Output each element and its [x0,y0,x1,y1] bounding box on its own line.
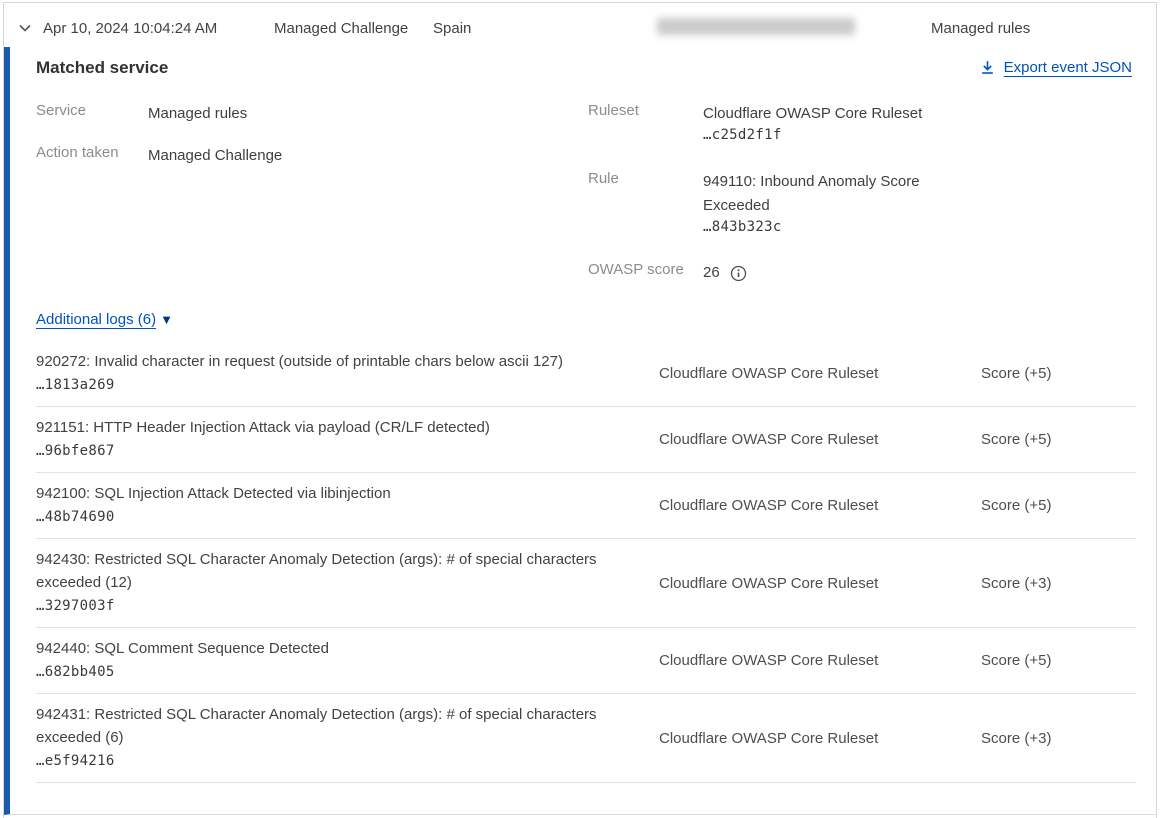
log-ruleset: Cloudflare OWASP Core Ruleset [659,365,981,382]
service-label: Service [36,102,86,119]
log-hash: …e5f94216 [36,750,659,773]
export-event-json-label: Export event JSON [1004,59,1132,76]
download-icon [979,59,996,76]
log-hash: …3297003f [36,595,659,618]
log-hash: …48b74690 [36,506,659,529]
log-row: 942431: Restricted SQL Character Anomaly… [36,694,1136,783]
log-row: 942100: SQL Injection Attack Detected vi… [36,473,1136,539]
log-ruleset: Cloudflare OWASP Core Ruleset [659,431,981,448]
log-row: 942440: SQL Comment Sequence Detected …6… [36,628,1136,694]
action-taken-value: Managed Challenge [148,144,282,168]
rule-name: 949110: Inbound Anomaly Score Exceeded [703,170,943,218]
event-summary-row[interactable]: Apr 10, 2024 10:04:24 AM Managed Challen… [4,3,1156,47]
rule-hash: …843b323c [703,219,943,235]
log-score: Score (+5) [981,497,1136,514]
log-score: Score (+3) [981,730,1136,747]
log-score: Score (+5) [981,365,1136,382]
ruleset-label: Ruleset [588,102,639,119]
log-score: Score (+5) [981,652,1136,669]
info-icon[interactable] [730,265,747,282]
log-ruleset: Cloudflare OWASP Core Ruleset [659,652,981,669]
log-title: 921151: HTTP Header Injection Attack via… [36,416,626,439]
service-value: Managed rules [148,102,247,126]
additional-logs-list: 920272: Invalid character in request (ou… [36,341,1136,783]
log-ruleset: Cloudflare OWASP Core Ruleset [659,575,981,592]
additional-logs-toggle[interactable]: Additional logs (6) ▼ [36,311,173,328]
event-service: Managed rules [931,20,1030,37]
event-country: Spain [433,20,471,37]
owasp-score-label: OWASP score [588,261,684,278]
ruleset-hash: …c25d2f1f [703,127,943,143]
caret-down-icon: ▼ [160,313,173,326]
rule-value: 949110: Inbound Anomaly Score Exceeded …… [703,170,943,235]
log-row: 942430: Restricted SQL Character Anomaly… [36,539,1136,628]
log-row: 920272: Invalid character in request (ou… [36,341,1136,407]
matched-service-title: Matched service [36,58,168,78]
log-score: Score (+3) [981,575,1136,592]
log-title: 942440: SQL Comment Sequence Detected [36,637,626,660]
rule-label: Rule [588,170,619,187]
log-ruleset: Cloudflare OWASP Core Ruleset [659,497,981,514]
log-ruleset: Cloudflare OWASP Core Ruleset [659,730,981,747]
log-hash: …682bb405 [36,661,659,684]
log-title: 920272: Invalid character in request (ou… [36,350,626,373]
additional-logs-label: Additional logs (6) [36,311,156,328]
event-action: Managed Challenge [274,20,408,37]
owasp-score-value-wrap: 26 [703,261,747,285]
owasp-score-value: 26 [703,261,720,285]
event-timestamp: Apr 10, 2024 10:04:24 AM [43,20,217,37]
event-detail-panel: Matched service Export event JSON Servic… [4,47,1156,815]
log-score: Score (+5) [981,431,1136,448]
export-event-json-link[interactable]: Export event JSON [979,59,1132,76]
log-title: 942431: Restricted SQL Character Anomaly… [36,703,626,749]
action-taken-label: Action taken [36,144,119,161]
log-row: 921151: HTTP Header Injection Attack via… [36,407,1136,473]
log-title: 942100: SQL Injection Attack Detected vi… [36,482,626,505]
event-detail-card: Apr 10, 2024 10:04:24 AM Managed Challen… [3,2,1157,818]
ruleset-value: Cloudflare OWASP Core Ruleset …c25d2f1f [703,102,943,143]
log-title: 942430: Restricted SQL Character Anomaly… [36,548,626,594]
ruleset-name: Cloudflare OWASP Core Ruleset [703,102,943,126]
log-hash: …96bfe867 [36,440,659,463]
redacted-host-value [657,18,855,35]
chevron-down-icon[interactable] [15,18,35,38]
log-hash: …1813a269 [36,374,659,397]
